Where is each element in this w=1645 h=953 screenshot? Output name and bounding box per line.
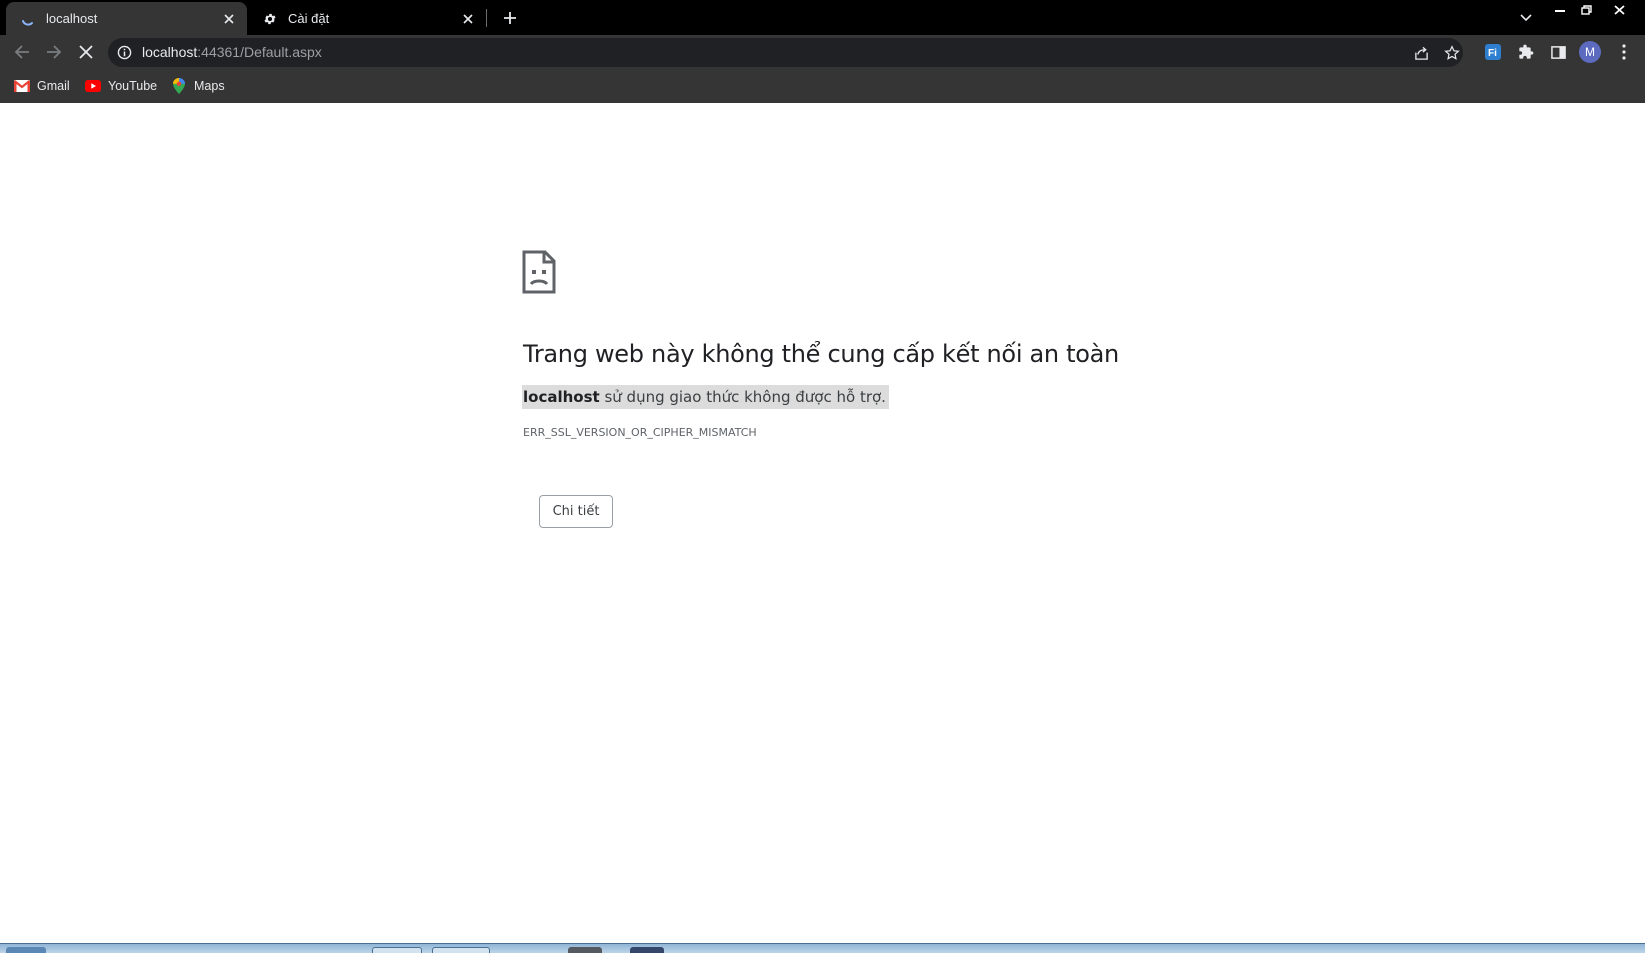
taskbar-item[interactable] — [630, 947, 664, 953]
address-bar[interactable]: localhost:44361/Default.aspx — [108, 38, 1463, 67]
maps-icon — [171, 78, 187, 94]
restore-button[interactable] — [1572, 0, 1600, 20]
puzzle-icon — [1519, 44, 1534, 59]
tab-strip: localhost Cài đặt — [0, 0, 1645, 35]
extension-fi-button[interactable]: Fi — [1479, 38, 1507, 66]
tab-localhost[interactable]: localhost — [6, 2, 247, 35]
tab-title: Cài đặt — [288, 11, 330, 26]
stop-button[interactable] — [72, 38, 100, 66]
tab-separator — [486, 9, 487, 27]
error-description: localhost sử dụng giao thức không được h… — [522, 385, 889, 409]
new-tab-button[interactable] — [498, 6, 522, 30]
gear-icon — [262, 11, 278, 27]
url-text: localhost:44361/Default.aspx — [142, 44, 322, 60]
more-vert-icon — [1622, 44, 1626, 60]
error-host: localhost — [523, 388, 600, 406]
bookmark-youtube[interactable]: YouTube — [85, 76, 157, 96]
extension-fi-icon: Fi — [1485, 44, 1501, 60]
side-panel-icon — [1550, 45, 1566, 59]
tab-close-icon[interactable] — [219, 9, 239, 29]
tab-close-icon[interactable] — [458, 9, 478, 29]
bookmark-maps[interactable]: Maps — [171, 76, 225, 96]
taskbar-item[interactable] — [372, 947, 422, 953]
star-icon[interactable] — [1439, 40, 1465, 66]
minimize-icon — [1555, 10, 1565, 12]
close-window-button[interactable] — [1605, 0, 1633, 20]
restore-icon — [1580, 5, 1592, 15]
menu-button[interactable] — [1610, 38, 1638, 66]
gmail-icon — [14, 78, 30, 94]
tab-settings[interactable]: Cài đặt — [248, 2, 486, 35]
bookmark-gmail[interactable]: Gmail — [14, 76, 70, 96]
tab-search-button[interactable] — [1514, 6, 1538, 30]
start-button[interactable] — [6, 947, 46, 953]
chevron-down-icon — [1520, 14, 1532, 22]
minimize-button[interactable] — [1546, 0, 1574, 20]
extensions-button[interactable] — [1512, 38, 1540, 66]
toolbar: localhost:44361/Default.aspx Fi — [0, 35, 1645, 69]
tab-title: localhost — [46, 11, 98, 26]
arrow-right-icon — [47, 45, 62, 59]
profile-avatar[interactable]: M — [1579, 41, 1601, 63]
share-icon[interactable] — [1408, 40, 1434, 66]
taskbar-item[interactable] — [568, 947, 602, 953]
plus-icon — [504, 12, 516, 24]
taskbar-item[interactable] — [432, 947, 490, 953]
taskbar — [0, 943, 1645, 953]
forward-button[interactable] — [40, 38, 68, 66]
arrow-left-icon — [14, 45, 29, 59]
youtube-icon — [85, 78, 101, 94]
side-panel-button[interactable] — [1544, 38, 1572, 66]
details-button[interactable]: Chi tiết — [539, 495, 613, 528]
error-title: Trang web này không thể cung cấp kết nối… — [523, 340, 1119, 368]
sad-document-icon — [522, 250, 556, 294]
bookmarks-bar: Gmail YouTube Maps — [0, 69, 1645, 103]
svg-text:Fi: Fi — [1488, 48, 1497, 59]
site-info-icon[interactable] — [116, 44, 133, 61]
page-content: Trang web này không thể cung cấp kết nối… — [0, 103, 1645, 943]
browser-window: localhost Cài đặt localhost:44361/Defaul… — [0, 0, 1645, 953]
close-icon — [1613, 5, 1625, 15]
back-button[interactable] — [8, 38, 36, 66]
stop-icon — [79, 45, 93, 59]
loading-spinner-icon — [20, 11, 36, 27]
error-code: ERR_SSL_VERSION_OR_CIPHER_MISMATCH — [523, 426, 757, 439]
error-message: sử dụng giao thức không được hỗ trợ. — [599, 388, 886, 406]
